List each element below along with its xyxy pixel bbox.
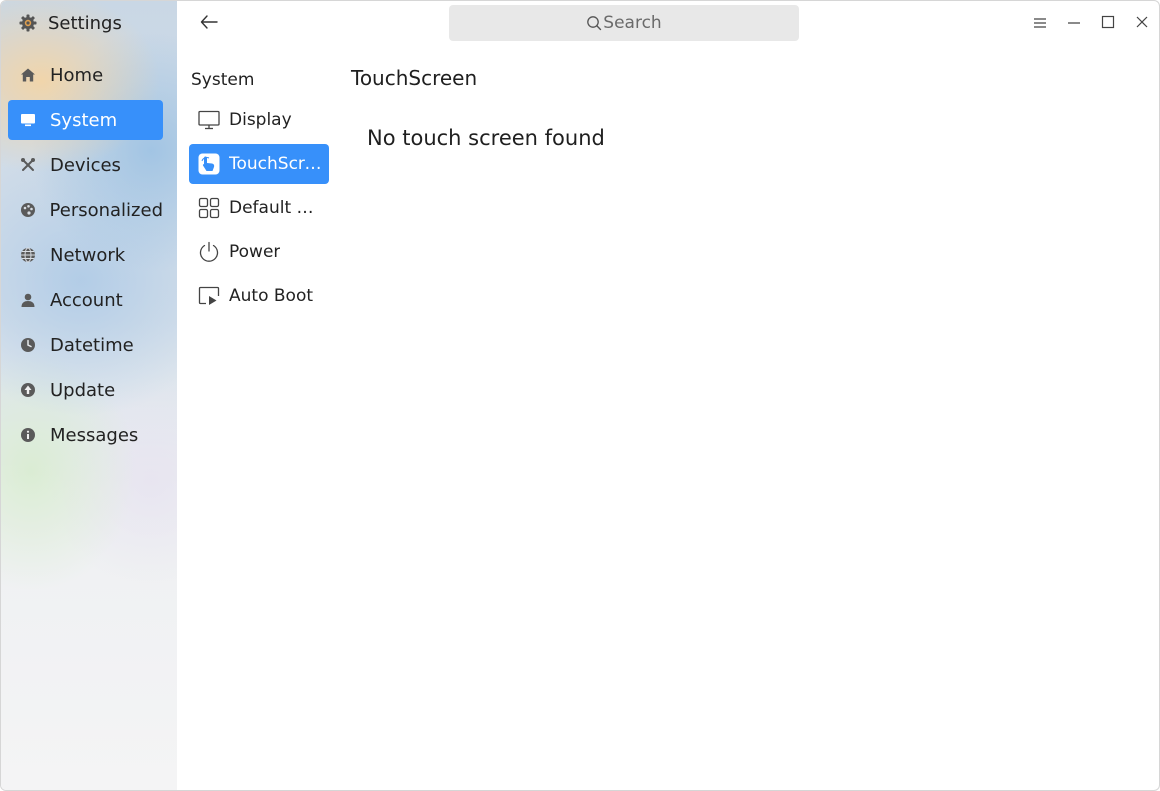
globe-icon — [19, 246, 37, 264]
sidebar-item-label: Home — [50, 64, 104, 86]
touchscreen-icon — [197, 152, 221, 176]
sidebar-item-label: Messages — [50, 424, 139, 446]
sidebar-item-account[interactable]: Account — [8, 280, 163, 320]
clock-icon — [19, 336, 37, 354]
sidebar-item-label: Personalized — [49, 199, 163, 221]
subnav-item-label: Power — [229, 242, 281, 262]
sidebar-item-label: Update — [50, 379, 116, 401]
power-icon — [197, 240, 221, 264]
sidebar-item-messages[interactable]: Messages — [8, 415, 163, 455]
subnav-item-display[interactable]: Display — [189, 100, 329, 140]
search-icon — [586, 15, 602, 31]
page-title: TouchScreen — [351, 66, 478, 90]
settings-gear-icon — [18, 13, 38, 33]
sidebar-item-datetime[interactable]: Datetime — [8, 325, 163, 365]
tools-icon — [19, 156, 37, 174]
subnav-item-touchscreen[interactable]: TouchScreen — [189, 144, 329, 184]
main-sidebar: Settings Home System Devices Personalize… — [1, 1, 177, 790]
subnav-item-label: Default App — [229, 198, 323, 218]
minimize-button[interactable] — [1064, 13, 1084, 33]
no-touchscreen-message: No touch screen found — [367, 126, 605, 150]
sidebar-item-home[interactable]: Home — [8, 55, 163, 95]
grid-icon — [197, 196, 221, 220]
palette-icon — [19, 201, 37, 219]
search-input[interactable]: Search — [449, 5, 799, 41]
update-icon — [19, 381, 37, 399]
subnav-item-label: Auto Boot — [229, 286, 314, 306]
arrow-left-icon — [200, 14, 218, 33]
sidebar-nav: Home System Devices Personalized Network… — [8, 55, 163, 460]
sidebar-item-network[interactable]: Network — [8, 235, 163, 275]
sidebar-item-personalized[interactable]: Personalized — [8, 190, 163, 230]
home-icon — [19, 66, 37, 84]
sidebar-item-devices[interactable]: Devices — [8, 145, 163, 185]
system-subnav: Display TouchScreen Default App Power Au… — [189, 100, 329, 320]
menu-icon — [1033, 14, 1047, 33]
close-icon — [1135, 14, 1149, 33]
subnav-item-default-app[interactable]: Default App — [189, 188, 329, 228]
maximize-button[interactable] — [1098, 13, 1118, 33]
back-button[interactable] — [197, 11, 221, 35]
app-title-label: Settings — [48, 12, 122, 34]
app-title: Settings — [18, 11, 122, 35]
sidebar-item-label: Devices — [50, 154, 121, 176]
search-placeholder: Search — [603, 13, 662, 33]
monitor-icon — [19, 111, 37, 129]
close-button[interactable] — [1132, 13, 1152, 33]
autoboot-icon — [197, 284, 221, 308]
sidebar-item-update[interactable]: Update — [8, 370, 163, 410]
sidebar-item-system[interactable]: System — [8, 100, 163, 140]
maximize-icon — [1101, 14, 1115, 33]
subnav-item-auto-boot[interactable]: Auto Boot — [189, 276, 329, 316]
subnav-item-power[interactable]: Power — [189, 232, 329, 272]
sidebar-item-label: System — [50, 109, 118, 131]
menu-button[interactable] — [1030, 13, 1050, 33]
display-icon — [197, 108, 221, 132]
settings-window: Settings Home System Devices Personalize… — [0, 0, 1160, 791]
minimize-icon — [1067, 14, 1081, 33]
subnav-item-label: Display — [229, 110, 292, 130]
user-icon — [19, 291, 37, 309]
sidebar-item-label: Network — [50, 244, 126, 266]
info-icon — [19, 426, 37, 444]
sidebar-item-label: Datetime — [50, 334, 134, 356]
sidebar-item-label: Account — [50, 289, 123, 311]
subnav-item-label: TouchScreen — [229, 154, 323, 174]
system-section-title: System — [191, 70, 255, 90]
